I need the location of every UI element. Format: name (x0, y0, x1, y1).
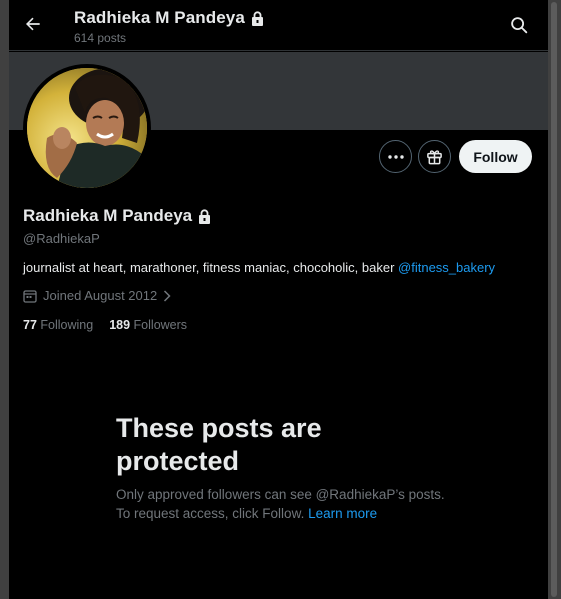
protected-message-text: Only approved followers can see @Radhiek… (116, 487, 445, 521)
joined-text: Joined August 2012 (43, 288, 158, 303)
gift-button[interactable] (418, 140, 451, 173)
profile-page: Radhieka M Pandeya 614 posts Follow Radh… (9, 0, 548, 599)
bio-text: journalist at heart, marathoner, fitness… (23, 260, 399, 275)
followers-label: Followers (133, 318, 188, 332)
more-icon (387, 154, 404, 159)
profile-name-row: Radhieka M Pandeya (23, 206, 211, 226)
window-frame-left (0, 0, 9, 599)
back-button[interactable] (19, 10, 47, 38)
profile-handle: @RadhiekaP (23, 231, 100, 246)
protected-posts-title: These posts are protected (116, 413, 322, 476)
joined-date: Joined August 2012 (23, 288, 171, 303)
top-bar: Radhieka M Pandeya 614 posts (9, 0, 548, 51)
page-title: Radhieka M Pandeya (74, 8, 245, 27)
following-label: Following (40, 318, 94, 332)
profile-bio: journalist at heart, marathoner, fitness… (23, 260, 495, 275)
header-title-block: Radhieka M Pandeya 614 posts (74, 8, 264, 45)
learn-more-link[interactable]: Learn more (308, 506, 377, 521)
bio-mention-link[interactable]: @fitness_bakery (398, 260, 495, 275)
following-link[interactable]: 77 Following (23, 318, 93, 332)
back-arrow-icon (26, 17, 40, 31)
follow-button[interactable]: Follow (459, 140, 532, 173)
gift-icon (427, 150, 442, 165)
calendar-icon (23, 289, 37, 303)
search-icon (511, 17, 528, 34)
protected-posts-message: Only approved followers can see @Radhiek… (116, 485, 446, 523)
search-button[interactable] (508, 14, 530, 36)
more-options-button[interactable] (379, 140, 412, 173)
profile-stats: 77 Following 189 Followers (23, 318, 187, 332)
posts-count: 614 posts (74, 31, 127, 45)
followers-link[interactable]: 189 Followers (109, 318, 187, 332)
window-scrollbar[interactable] (548, 0, 561, 599)
chevron-right-icon[interactable] (163, 289, 171, 302)
lock-icon (251, 10, 263, 26)
following-count: 77 (23, 318, 37, 332)
lock-icon (199, 208, 211, 224)
scrollbar-thumb[interactable] (551, 2, 557, 597)
followers-count: 189 (109, 318, 131, 332)
profile-name: Radhieka M Pandeya (23, 206, 193, 225)
avatar[interactable] (23, 64, 151, 192)
